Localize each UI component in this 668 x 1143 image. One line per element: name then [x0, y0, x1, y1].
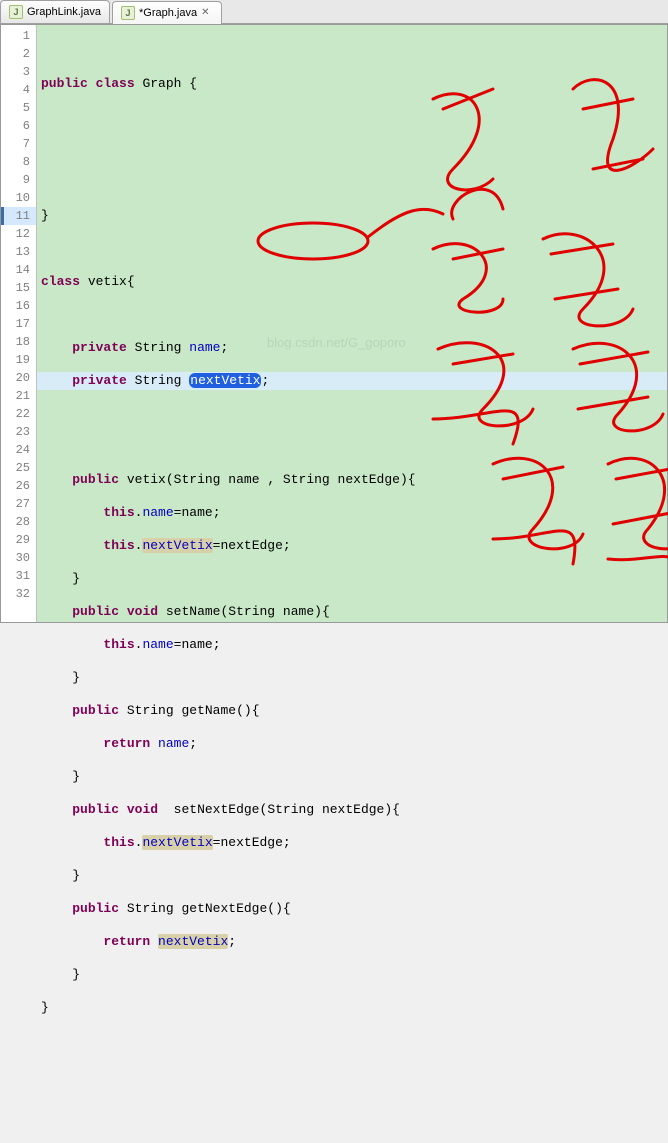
line-number: 26 [1, 477, 36, 495]
line-number: 15 [1, 279, 36, 297]
line-number: 23 [1, 423, 36, 441]
line-number: 17 [1, 315, 36, 333]
tab-graph[interactable]: J *Graph.java ✕ [112, 1, 222, 24]
line-number: 3 [1, 63, 36, 81]
line-number: 24 [1, 441, 36, 459]
line-number: 25 [1, 459, 36, 477]
line-number: 30 [1, 549, 36, 567]
selected-text: nextVetix [189, 373, 261, 388]
line-number: 29 [1, 531, 36, 549]
tab-graphlink[interactable]: J GraphLink.java [0, 0, 110, 23]
line-number: 1 [1, 27, 36, 45]
line-number: 8 [1, 153, 36, 171]
tab-bar: J GraphLink.java J *Graph.java ✕ [0, 0, 668, 24]
line-number: 6 [1, 117, 36, 135]
close-icon[interactable]: ✕ [201, 7, 213, 19]
line-number: 4 [1, 81, 36, 99]
editor: 1234567891011121314151617181920212223242… [0, 24, 668, 623]
line-number: 16 [1, 297, 36, 315]
line-number: 19 [1, 351, 36, 369]
line-number: 11 [1, 207, 36, 225]
java-file-icon: J [9, 5, 23, 19]
line-number: 12 [1, 225, 36, 243]
line-number: 2 [1, 45, 36, 63]
line-number: 9 [1, 171, 36, 189]
line-number: 18 [1, 333, 36, 351]
code-area[interactable]: public class Graph { } class vetix{ priv… [37, 25, 667, 622]
line-number: 10 [1, 189, 36, 207]
tab-label: GraphLink.java [27, 6, 101, 18]
line-number: 22 [1, 405, 36, 423]
line-gutter: 1234567891011121314151617181920212223242… [1, 25, 37, 622]
line-number: 28 [1, 513, 36, 531]
tab-label: *Graph.java [139, 7, 197, 19]
line-number: 7 [1, 135, 36, 153]
line-number: 20 [1, 369, 36, 387]
line-number: 14 [1, 261, 36, 279]
line-number: 32 [1, 585, 36, 603]
line-number: 13 [1, 243, 36, 261]
line-number: 21 [1, 387, 36, 405]
line-number: 5 [1, 99, 36, 117]
java-file-icon: J [121, 6, 135, 20]
line-number: 31 [1, 567, 36, 585]
line-number: 27 [1, 495, 36, 513]
